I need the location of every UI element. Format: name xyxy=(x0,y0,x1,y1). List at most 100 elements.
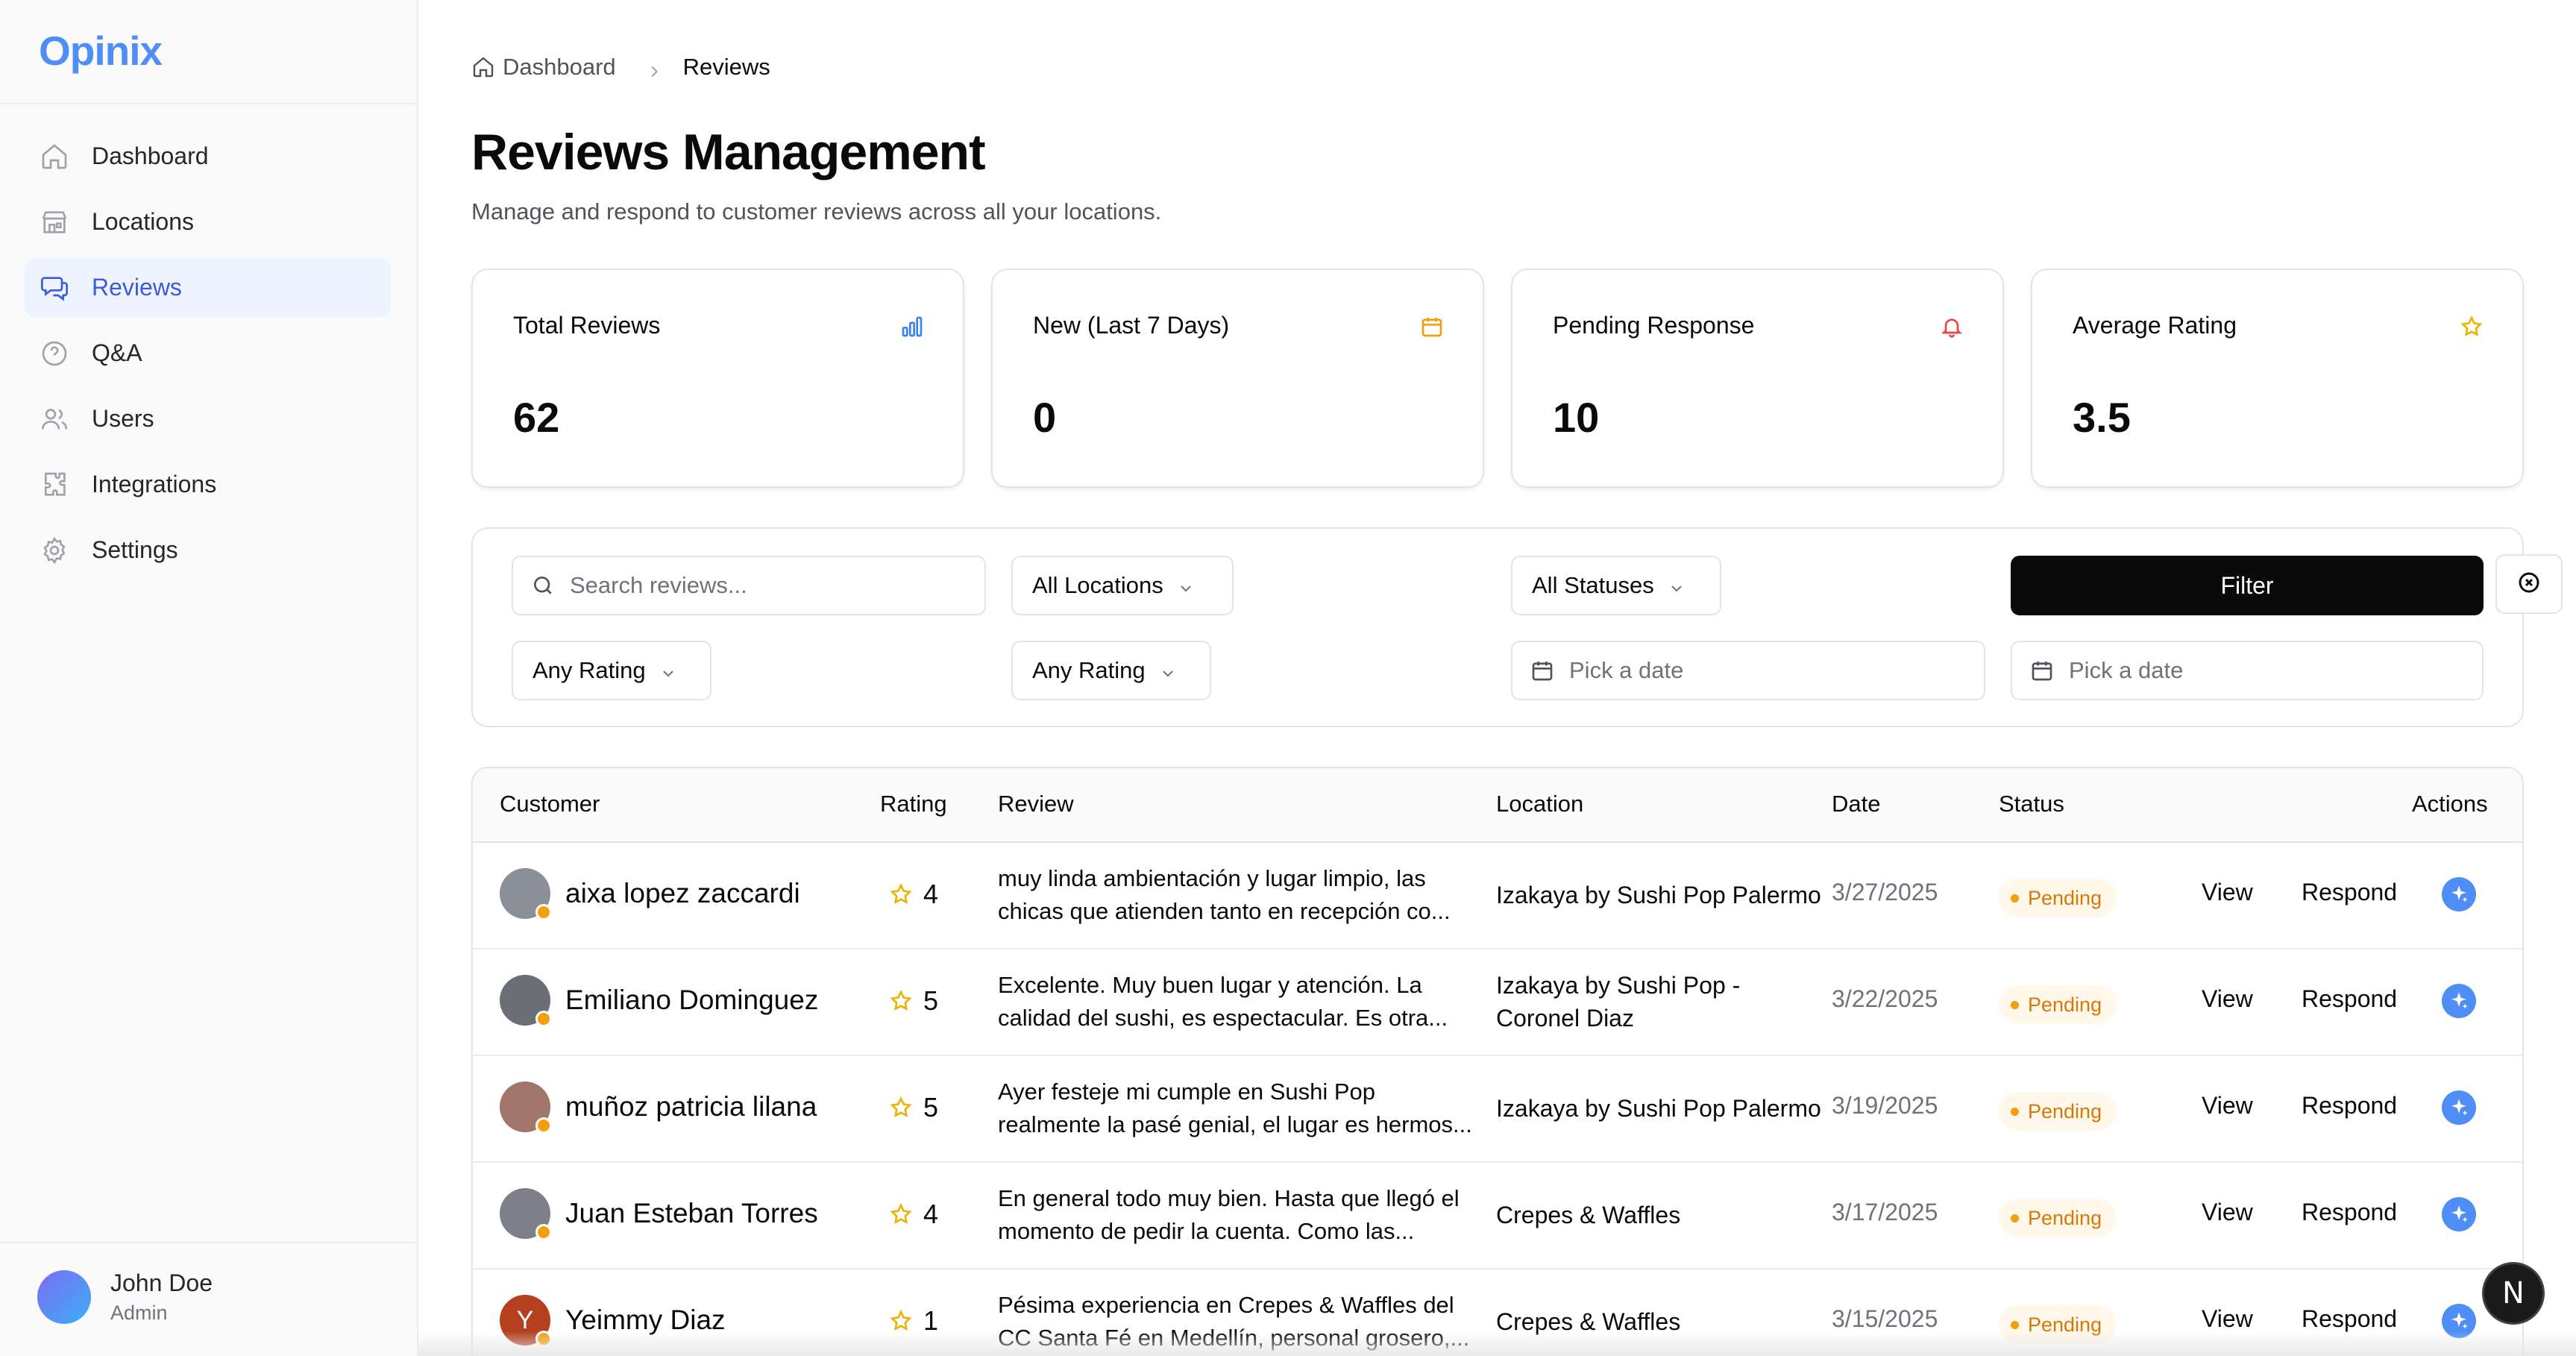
sidebar-item-dashboard[interactable]: Dashboard xyxy=(25,127,391,186)
view-button[interactable]: View xyxy=(2202,879,2253,906)
customer-name: muñoz patricia lilana xyxy=(565,1091,817,1122)
review-line: muy linda ambientación y lugar limpio, l… xyxy=(998,865,1426,891)
status-select[interactable]: All Statuses xyxy=(1511,556,1721,615)
status-dot xyxy=(2011,894,2019,903)
page-subtitle: Manage and respond to customer reviews a… xyxy=(471,198,1162,225)
date-cell: 3/19/2025 xyxy=(1832,1092,1938,1119)
max-rating-select[interactable]: Any Rating xyxy=(1011,641,1211,700)
sparkles-icon xyxy=(2448,991,2469,1011)
sidebar-item-locations[interactable]: Locations xyxy=(25,192,391,251)
view-button[interactable]: View xyxy=(2202,1305,2253,1333)
table-row[interactable]: aixa lopez zaccardi 4 muy linda ambientaci… xyxy=(473,843,2522,949)
puzzle-icon xyxy=(40,470,69,500)
column-header-review[interactable]: Review xyxy=(998,791,1074,817)
column-header-rating[interactable]: Rating xyxy=(880,791,947,817)
ai-reply-button[interactable] xyxy=(2442,877,2476,911)
dev-tools-button[interactable]: N xyxy=(2482,1262,2545,1325)
location-cell: Crepes & Waffles xyxy=(1496,1199,1824,1231)
ai-reply-button[interactable] xyxy=(2442,1197,2476,1231)
column-header-location[interactable]: Location xyxy=(1496,791,1583,817)
rating-value: 5 xyxy=(923,985,939,1016)
sidebar-item-label: Q&A xyxy=(92,339,142,366)
sidebar-item-label: Settings xyxy=(92,536,178,563)
date-cell: 3/27/2025 xyxy=(1832,879,1938,905)
min-rating-value: Any Rating xyxy=(533,657,646,683)
sidebar-item-users[interactable]: Users xyxy=(25,389,391,448)
google-badge-icon xyxy=(535,1224,552,1240)
respond-button[interactable]: Respond xyxy=(2302,1305,2397,1333)
status-dot xyxy=(2011,1214,2019,1222)
column-header-date[interactable]: Date xyxy=(1832,791,1880,817)
sparkles-icon xyxy=(2448,1204,2469,1225)
review-line: momento de pedir la cuenta. Como las... xyxy=(998,1218,1415,1244)
sidebar-item-qa[interactable]: Q&A xyxy=(25,324,391,383)
users-icon xyxy=(40,404,69,434)
sidebar-item-label: Reviews xyxy=(92,274,182,301)
location-cell: Izakaya by Sushi Pop - Coronel Diaz xyxy=(1496,969,1824,1035)
stat-value: 10 xyxy=(1553,394,1600,441)
stat-value: 62 xyxy=(513,394,560,441)
review-text: En general todo muy bien. Hasta que lleg… xyxy=(998,1182,1490,1248)
respond-button[interactable]: Respond xyxy=(2302,1199,2397,1226)
rating-cell: 4 xyxy=(889,879,938,910)
clear-filters-button[interactable] xyxy=(2495,554,2563,614)
home-icon xyxy=(471,55,495,79)
stat-title: New (Last 7 Days) xyxy=(1033,312,1230,339)
respond-button[interactable]: Respond xyxy=(2302,1092,2397,1120)
rating-value: 4 xyxy=(923,1199,939,1229)
stat-value: 3.5 xyxy=(2073,394,2131,441)
sidebar-item-reviews[interactable]: Reviews xyxy=(25,258,391,317)
date-to-placeholder: Pick a date xyxy=(2069,657,2184,683)
status-label: Pending xyxy=(2028,993,2102,1016)
customer-name: Emiliano Dominguez xyxy=(565,985,819,1015)
review-line: realmente la pasé genial, el lugar es he… xyxy=(998,1111,1472,1137)
search-input[interactable]: Search reviews... xyxy=(512,556,986,615)
table-row[interactable]: Juan Esteban Torres 4 En general todo muy … xyxy=(473,1163,2522,1269)
avatar-initial: Y xyxy=(516,1305,534,1334)
sidebar: Opinix Dashboard Locations Reviews Q&A U… xyxy=(0,0,418,1356)
location-select[interactable]: All Locations xyxy=(1011,556,1234,615)
star-icon xyxy=(2460,315,2484,339)
column-header-status[interactable]: Status xyxy=(1999,791,2064,817)
app-logo[interactable]: Opinix xyxy=(39,27,163,75)
ai-reply-button[interactable] xyxy=(2442,1090,2476,1125)
view-button[interactable]: View xyxy=(2202,985,2253,1013)
store-icon xyxy=(40,207,69,237)
date-from-picker[interactable]: Pick a date xyxy=(1511,641,1985,700)
page-title: Reviews Management xyxy=(471,124,986,181)
respond-button[interactable]: Respond xyxy=(2302,985,2397,1013)
user-profile[interactable]: John Doe Admin xyxy=(37,1269,213,1325)
avatar xyxy=(500,975,552,1027)
review-text: Ayer festeje mi cumple en Sushi Pop realm… xyxy=(998,1076,1490,1141)
date-cell: 3/15/2025 xyxy=(1832,1305,1938,1332)
messages-icon xyxy=(40,273,69,303)
min-rating-select[interactable]: Any Rating xyxy=(512,641,711,700)
sparkles-icon xyxy=(2448,1311,2469,1331)
status-select-value: All Statuses xyxy=(1532,572,1654,598)
ai-reply-button[interactable] xyxy=(2442,984,2476,1018)
customer-cell: muñoz patricia lilana xyxy=(500,1082,817,1134)
view-button[interactable]: View xyxy=(2202,1092,2253,1120)
stat-card-average-rating: Average Rating 3.5 xyxy=(2031,269,2524,488)
review-text: muy linda ambientación y lugar limpio, l… xyxy=(998,862,1490,928)
sidebar-item-label: Locations xyxy=(92,208,194,235)
breadcrumb-link-dashboard[interactable]: Dashboard xyxy=(503,54,616,81)
status-badge: Pending xyxy=(1999,1092,2117,1131)
star-icon xyxy=(889,989,923,1013)
chevron-down-icon xyxy=(1668,577,1686,594)
sidebar-item-settings[interactable]: Settings xyxy=(25,521,391,580)
search-placeholder: Search reviews... xyxy=(570,572,747,598)
chevron-down-icon xyxy=(1177,577,1195,594)
column-header-customer[interactable]: Customer xyxy=(500,791,600,817)
search-icon xyxy=(531,574,555,597)
sidebar-item-integrations[interactable]: Integrations xyxy=(25,455,391,514)
date-to-picker[interactable]: Pick a date xyxy=(2011,641,2484,700)
view-button[interactable]: View xyxy=(2202,1199,2253,1226)
table-row[interactable]: Emiliano Dominguez 5 Excelente. Muy buen l… xyxy=(473,949,2522,1056)
table-row[interactable]: muñoz patricia lilana 5 Ayer festeje mi cu… xyxy=(473,1056,2522,1163)
respond-button[interactable]: Respond xyxy=(2302,879,2397,906)
divider xyxy=(0,103,417,104)
filter-button[interactable]: Filter xyxy=(2011,556,2484,615)
location-line: Izakaya by Sushi Pop Palermo xyxy=(1496,1095,1821,1122)
status-badge: Pending xyxy=(1999,879,2117,917)
